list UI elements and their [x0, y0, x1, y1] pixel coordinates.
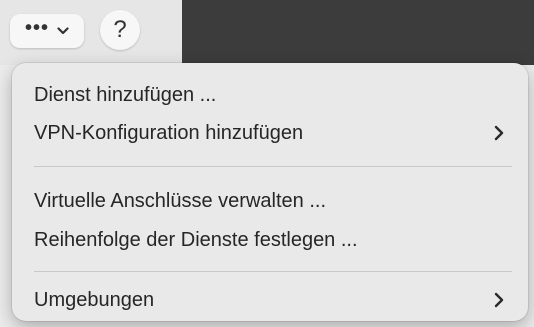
help-label: ? — [113, 16, 127, 43]
menu-item-manage-virtual-interfaces[interactable]: Virtuelle Anschlüsse verwalten ... — [12, 183, 528, 219]
menu-item-label: Umgebungen — [34, 288, 155, 311]
menu-item-add-vpn-configuration[interactable]: VPN-Konfiguration hinzufügen — [12, 115, 528, 151]
context-menu: Dienst hinzufügen ... VPN-Konfiguration … — [12, 63, 528, 321]
ellipsis-icon: ••• — [24, 17, 49, 39]
toolbar: ••• ? — [0, 0, 182, 65]
menu-item-label: VPN-Konfiguration hinzufügen — [34, 121, 304, 144]
screen: ••• ? Dienst hinzufügen ... VPN-Konfigur… — [0, 0, 534, 327]
chevron-down-icon — [57, 27, 69, 35]
menu-item-set-service-order[interactable]: Reihenfolge der Dienste festlegen ... — [12, 222, 528, 258]
menu-item-locations[interactable]: Umgebungen — [12, 282, 528, 318]
menu-item-label: Virtuelle Anschlüsse verwalten ... — [34, 189, 327, 212]
window-background — [182, 0, 534, 65]
menu-item-add-service[interactable]: Dienst hinzufügen ... — [12, 77, 528, 113]
chevron-right-icon — [494, 125, 504, 146]
menu-separator — [34, 166, 512, 167]
help-button[interactable]: ? — [100, 10, 140, 50]
menu-item-label: Reihenfolge der Dienste festlegen ... — [34, 228, 358, 251]
more-actions-button[interactable]: ••• — [10, 14, 84, 48]
menu-item-label: Dienst hinzufügen ... — [34, 83, 217, 106]
chevron-right-icon — [494, 292, 504, 313]
menu-separator — [34, 271, 512, 272]
